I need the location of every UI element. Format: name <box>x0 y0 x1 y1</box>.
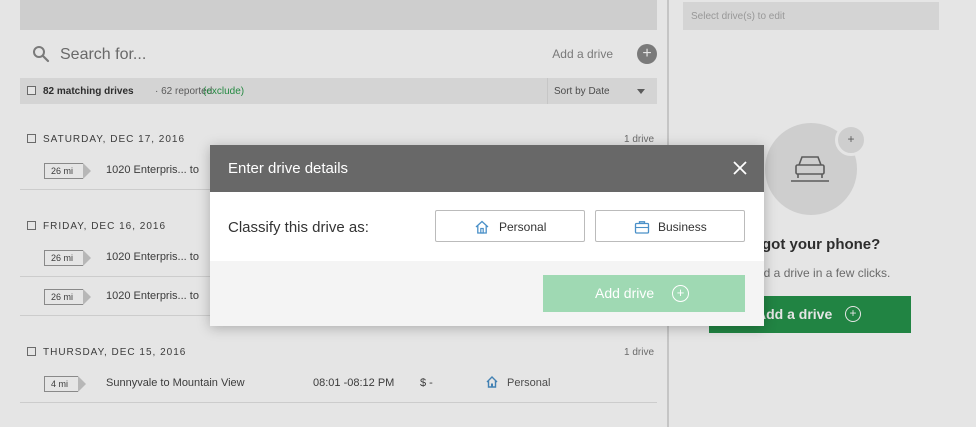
personal-label: Personal <box>499 220 547 234</box>
briefcase-icon <box>634 221 650 234</box>
modal-header: Enter drive details <box>210 145 764 192</box>
modal-title: Enter drive details <box>228 160 349 177</box>
close-icon[interactable] <box>730 158 750 178</box>
add-drive-label: Add drive <box>595 285 655 301</box>
business-button[interactable]: Business <box>595 210 745 242</box>
business-label: Business <box>658 220 707 234</box>
personal-button[interactable]: Personal <box>435 210 585 242</box>
plus-circle-icon: + <box>672 285 689 302</box>
house-icon <box>475 220 489 234</box>
add-drive-button[interactable]: Add drive + <box>543 275 745 312</box>
classify-label: Classify this drive as: <box>228 219 369 236</box>
enter-drive-details-modal: Enter drive details Classify this drive … <box>210 145 764 326</box>
modal-footer: Add drive + <box>210 261 764 326</box>
